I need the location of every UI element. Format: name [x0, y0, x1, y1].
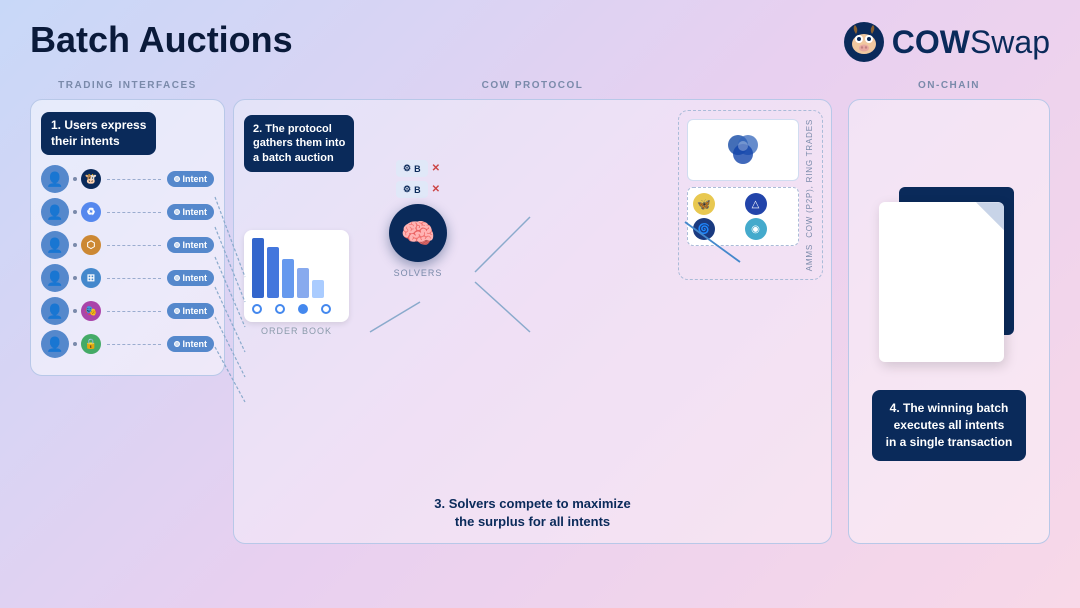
solver-brain-icon: 🧠 — [389, 204, 447, 262]
onchain-panel: ON-CHAIN — [840, 80, 1050, 570]
connector-3 — [73, 243, 77, 247]
amm-icon-2: △ — [745, 193, 767, 215]
token-mask: 🎭 — [81, 301, 101, 321]
protocol-panel: COW PROTOCOL 2. The protocolgathers them… — [225, 80, 840, 570]
avatar-4: 👤 — [41, 264, 69, 292]
avatar-6: 👤 — [41, 330, 69, 358]
intent-dot-5 — [174, 308, 180, 314]
vertical-labels: CoW (P2P), Ring Trades AMMs — [805, 119, 814, 271]
document-corner — [976, 202, 1004, 230]
step2-badge: 2. The protocolgathers them intoa batch … — [244, 115, 354, 172]
main-container: Batch Auctions COW Swap — [0, 0, 1080, 608]
token-cow: 🐮 — [81, 169, 101, 189]
intent-pill-6: Intent — [167, 336, 215, 352]
intent-dot-4 — [174, 275, 180, 281]
intent-pill-2: Intent — [167, 204, 215, 220]
amms-section: 🦋 △ 🌀 ◉ — [687, 187, 799, 246]
token-swap: ♻ — [81, 202, 101, 222]
intent-row-5: 👤 🎭 Intent — [41, 297, 214, 325]
connector-5 — [73, 309, 77, 313]
connector-2 — [73, 210, 77, 214]
content-area: TRADING INTERFACES 1. Users expresstheir… — [30, 80, 1050, 570]
page-title: Batch Auctions — [30, 20, 293, 60]
avatar-3: 👤 — [41, 231, 69, 259]
step2-area: 2. The protocolgathers them intoa batch … — [244, 115, 374, 182]
step3-area: 3. Solvers compete to maximizethe surplu… — [398, 495, 668, 531]
intent-pill-4: Intent — [167, 270, 215, 286]
trading-panel: TRADING INTERFACES 1. Users expresstheir… — [30, 80, 225, 570]
intent-pill-3: Intent — [167, 237, 215, 253]
trading-box: 1. Users expresstheir intents 👤 🐮 Intent… — [30, 99, 225, 376]
avatar-1: 👤 — [41, 165, 69, 193]
order-book-label: ORDER BOOK — [244, 326, 349, 336]
step1-badge: 1. Users expresstheir intents — [41, 112, 156, 155]
order-bars — [252, 238, 341, 298]
logo-area: COW Swap — [842, 20, 1050, 64]
connector-1 — [73, 177, 77, 181]
solver-chip-1: ⚙B ✕ — [396, 160, 440, 177]
sources-container: 🦋 △ 🌀 ◉ CoW (P2P), Ring Trades AMMs — [678, 110, 823, 280]
solvers-label: SOLVERS — [394, 268, 443, 278]
token-stack: ⬡ — [81, 235, 101, 255]
intent-pill-1: Intent — [167, 171, 215, 187]
dash-5 — [107, 311, 161, 312]
avatar-2: 👤 — [41, 198, 69, 226]
order-dots-grid — [252, 304, 341, 314]
avatar-5: 👤 — [41, 297, 69, 325]
cow-ring-icon — [687, 119, 799, 181]
amms-grid: 🦋 △ 🌀 ◉ — [693, 193, 793, 240]
intent-dot-1 — [174, 176, 180, 182]
intent-pill-5: Intent — [167, 303, 215, 319]
token-lock: 🔒 — [81, 334, 101, 354]
step3-text: 3. Solvers compete to maximizethe surplu… — [398, 495, 668, 531]
intent-dot-3 — [174, 242, 180, 248]
document-front — [879, 202, 1004, 362]
intent-row-4: 👤 ⊞ Intent — [41, 264, 214, 292]
connector-4 — [73, 276, 77, 280]
intent-dot-2 — [174, 209, 180, 215]
amm-icon-3: 🌀 — [693, 218, 715, 240]
document-visual — [874, 182, 1024, 372]
solver-chips: ⚙B ✕ ⚙B ✕ — [396, 160, 440, 198]
order-book-area: ORDER BOOK — [244, 230, 349, 336]
solver-chip-2: ⚙B ✕ — [396, 181, 440, 198]
intent-row-3: 👤 ⬡ Intent — [41, 231, 214, 259]
onchain-box: 4. The winning batchexecutes all intents… — [848, 99, 1050, 544]
cow-section: 🦋 △ 🌀 ◉ — [687, 119, 799, 271]
sources-area: 🦋 △ 🌀 ◉ CoW (P2P), Ring Trades AMMs — [678, 110, 823, 280]
amm-icon-1: 🦋 — [693, 193, 715, 215]
intent-dot-6 — [174, 341, 180, 347]
amm-icon-4: ◉ — [745, 218, 767, 240]
order-book-visual — [244, 230, 349, 322]
dash-6 — [107, 344, 161, 345]
amms-label: AMMs — [805, 244, 814, 271]
dash-2 — [107, 212, 161, 213]
dash-3 — [107, 245, 161, 246]
ring-trades-svg — [723, 130, 763, 170]
dash-1 — [107, 179, 161, 180]
intent-row-1: 👤 🐮 Intent — [41, 165, 214, 193]
intent-row-6: 👤 🔒 Intent — [41, 330, 214, 358]
logo-text: COW Swap — [892, 24, 1050, 61]
solvers-area: ⚙B ✕ ⚙B ✕ 🧠 SOLVERS — [389, 160, 447, 278]
outer-ring — [996, 350, 1004, 362]
dash-4 — [107, 278, 161, 279]
header: Batch Auctions COW Swap — [30, 20, 1050, 64]
step4-badge: 4. The winning batchexecutes all intents… — [872, 390, 1027, 460]
protocol-box: 2. The protocolgathers them intoa batch … — [233, 99, 832, 544]
cow-ring-label: CoW (P2P), Ring Trades — [806, 119, 814, 238]
cow-logo-icon — [842, 20, 886, 64]
connector-6 — [73, 342, 77, 346]
intent-row-2: 👤 ♻ Intent — [41, 198, 214, 226]
token-cube: ⊞ — [81, 268, 101, 288]
